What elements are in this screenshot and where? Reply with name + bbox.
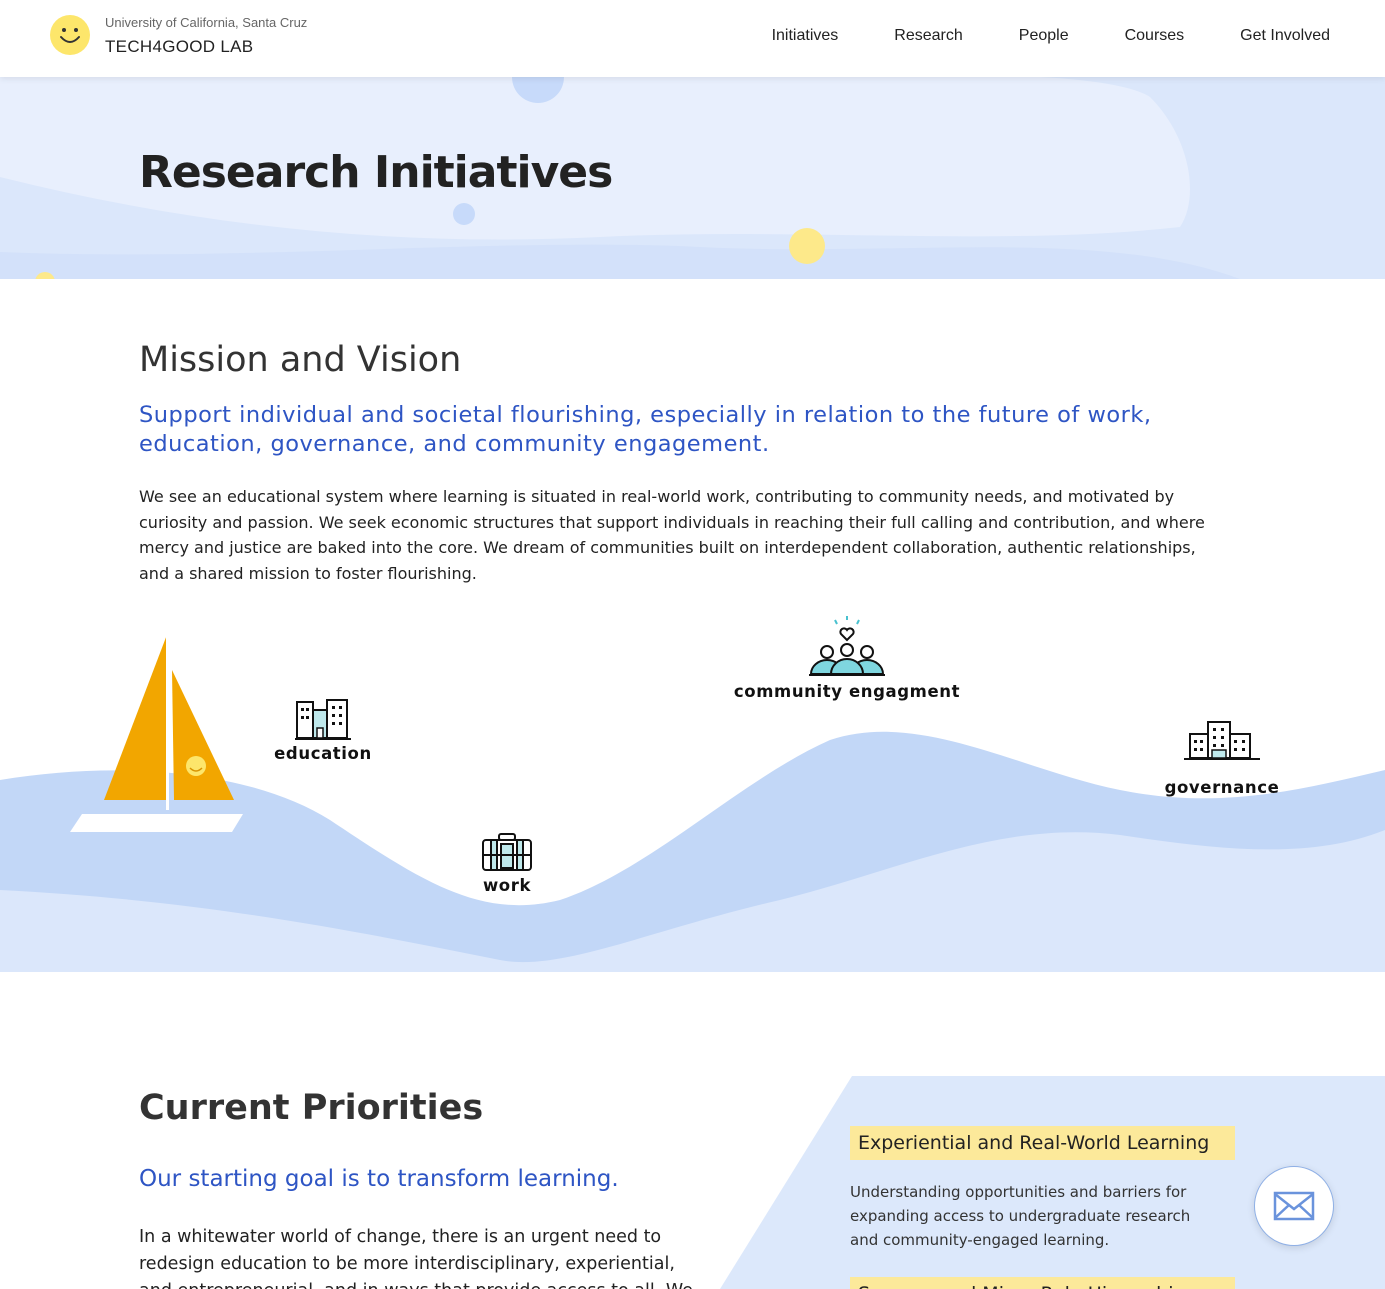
focus-areas-scene: education work community engagment gover…: [0, 600, 1385, 972]
nav-get-involved[interactable]: Get Involved: [1240, 27, 1330, 45]
lab-name[interactable]: TECH4GOOD LAB: [105, 37, 253, 57]
briefcase-icon: [482, 833, 532, 871]
priority-card-title[interactable]: Success and Micro-Role Hierarchies: [850, 1277, 1235, 1289]
community-label: community engagment: [733, 682, 961, 701]
education-label: education: [274, 744, 372, 763]
smiley-logo-icon[interactable]: [50, 15, 90, 55]
nav-research[interactable]: Research: [894, 27, 962, 45]
priority-card-description: Understanding opportunities and barriers…: [850, 1183, 1191, 1249]
mission-body: We see an educational system where learn…: [139, 487, 1205, 583]
page-title: Research Initiatives: [139, 147, 613, 198]
city-buildings-icon: [1184, 721, 1260, 760]
community-people-icon: [809, 616, 885, 676]
focus-work[interactable]: work: [474, 832, 540, 895]
envelope-icon: [1273, 1191, 1315, 1221]
main-nav: Initiatives Research People Courses Get …: [772, 27, 1330, 45]
site-header: University of California, Santa Cruz TEC…: [0, 0, 1385, 77]
contact-button[interactable]: [1254, 1166, 1334, 1246]
mission-heading: Mission and Vision: [139, 340, 462, 380]
school-building-icon: [295, 699, 351, 740]
priorities-heading: Current Priorities: [139, 1088, 484, 1128]
nav-courses[interactable]: Courses: [1125, 27, 1185, 45]
priorities-body: In a whitewater world of change, there i…: [139, 1227, 693, 1289]
governance-label: governance: [1164, 778, 1280, 797]
mission-subheading: Support individual and societal flourish…: [139, 402, 1152, 457]
university-name: University of California, Santa Cruz: [105, 15, 308, 30]
nav-people[interactable]: People: [1019, 27, 1069, 45]
hero-banner: Research Initiatives: [0, 77, 1385, 279]
priority-card-title[interactable]: Experiential and Real-World Learning: [850, 1126, 1235, 1160]
focus-community[interactable]: community engagment: [730, 614, 964, 701]
focus-governance[interactable]: governance: [1160, 720, 1284, 797]
nav-initiatives[interactable]: Initiatives: [772, 27, 839, 45]
priorities-subheading: Our starting goal is to transform learni…: [139, 1166, 619, 1192]
focus-education[interactable]: education: [270, 698, 376, 763]
work-label: work: [482, 876, 532, 895]
